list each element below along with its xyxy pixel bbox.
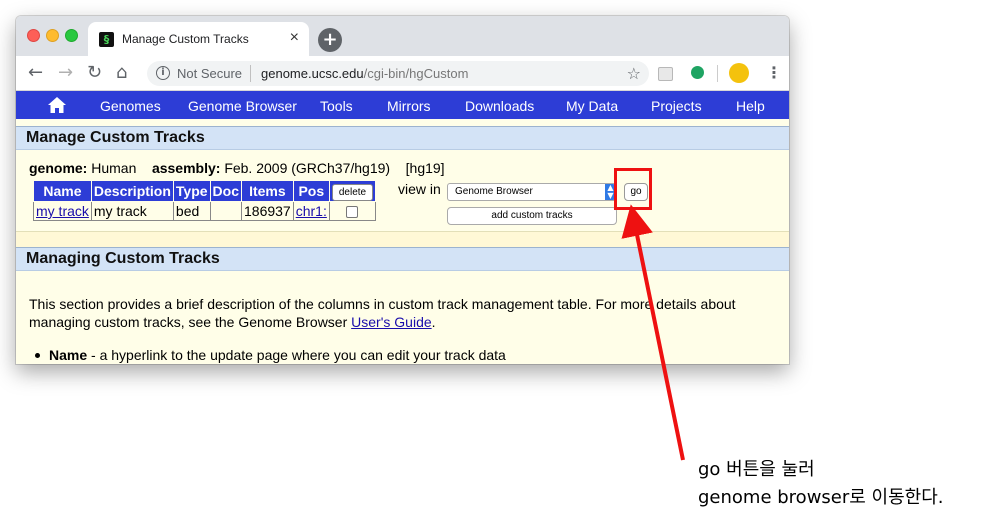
annotation-arrow-icon (621, 204, 685, 461)
annotation-caption: go 버튼을 눌러 genome browser로 이동한다. (698, 456, 944, 512)
caption-line-2: genome browser로 이동한다. (698, 487, 944, 508)
caption-line-1: go 버튼을 눌러 (698, 459, 815, 480)
